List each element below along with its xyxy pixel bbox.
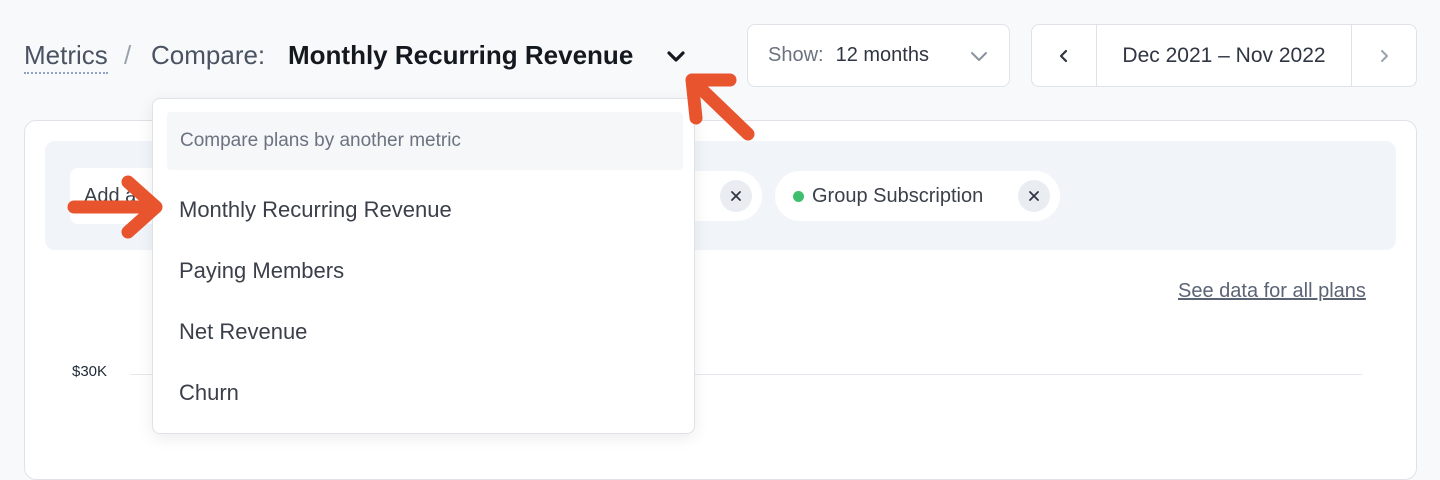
- breadcrumb-compare-label: Compare:: [151, 40, 266, 70]
- chevron-down-icon: [969, 46, 989, 66]
- chevron-right-icon: [1381, 49, 1388, 62]
- breadcrumb-separator: /: [124, 40, 132, 70]
- close-icon[interactable]: [1018, 180, 1050, 212]
- plan-chip-group-subscription: Group Subscription: [775, 171, 1060, 221]
- close-icon[interactable]: [720, 180, 752, 212]
- annotation-arrow-icon: [67, 175, 163, 239]
- show-value: 12 months: [835, 44, 929, 66]
- menu-item-monthly-recurring-revenue[interactable]: Monthly Recurring Revenue: [153, 182, 694, 238]
- menu-item-paying-members[interactable]: Paying Members: [153, 243, 694, 299]
- compare-metric-selector[interactable]: Monthly Recurring Revenue: [288, 40, 633, 70]
- date-range-label[interactable]: Dec 2021 – Nov 2022: [1097, 25, 1351, 86]
- status-dot-icon: [793, 190, 804, 202]
- see-all-plans-link[interactable]: See data for all plans: [1178, 280, 1366, 303]
- chevron-left-icon: [1059, 49, 1068, 62]
- menu-item-churn[interactable]: Churn: [153, 365, 694, 421]
- next-period-button[interactable]: [1351, 25, 1416, 86]
- dropdown-header: Compare plans by another metric: [167, 112, 683, 170]
- plan-chip-label: Group Subscription: [812, 184, 984, 207]
- compare-metric-dropdown: Compare plans by another metric Monthly …: [152, 98, 695, 434]
- breadcrumb-metrics-link[interactable]: Metrics: [24, 40, 108, 74]
- date-range-picker: Dec 2021 – Nov 2022: [1031, 24, 1417, 87]
- show-label: Show:: [768, 44, 824, 66]
- y-axis-tick-label: $30K: [72, 363, 108, 380]
- previous-period-button[interactable]: [1032, 25, 1097, 86]
- menu-item-net-revenue[interactable]: Net Revenue: [153, 304, 694, 360]
- annotation-arrow-icon: [685, 73, 755, 141]
- show-period-select[interactable]: Show: 12 months: [747, 24, 1010, 87]
